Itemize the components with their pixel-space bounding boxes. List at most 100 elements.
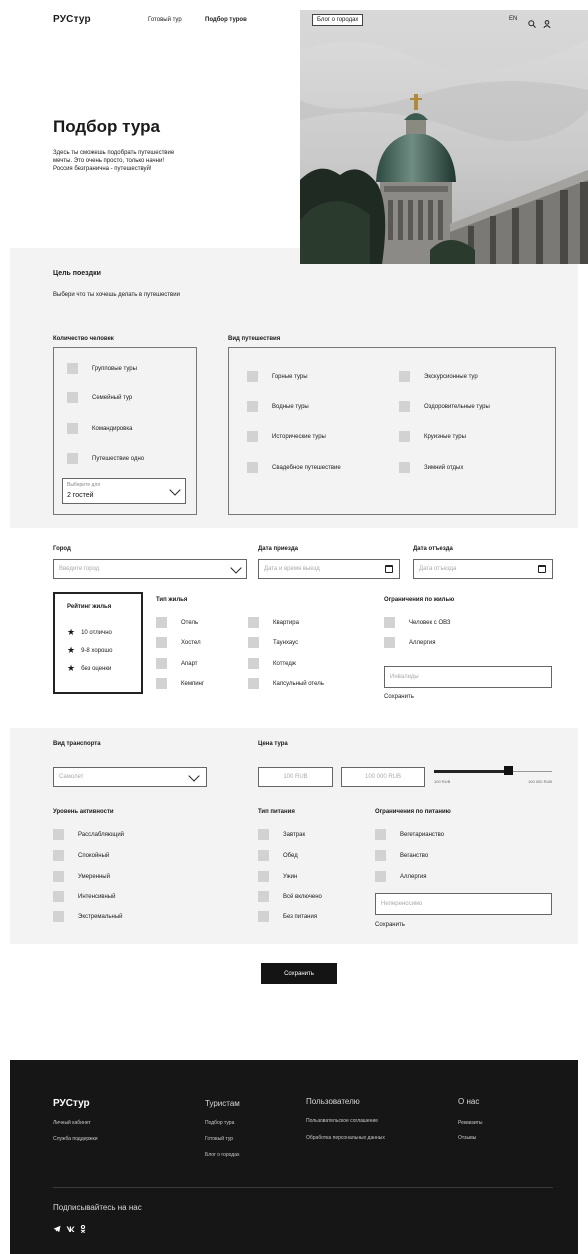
housing-option[interactable]: Кемпинг: [156, 678, 204, 689]
housing-option[interactable]: Квартира: [248, 617, 299, 628]
food-option[interactable]: Ужин: [258, 871, 297, 882]
travel-type-option[interactable]: Водные туры: [247, 401, 309, 412]
price-max-input[interactable]: 100 000 RUB: [341, 767, 425, 787]
housing-option[interactable]: Таунхаус: [248, 637, 298, 648]
checkbox[interactable]: [248, 637, 259, 648]
people-option[interactable]: Путешествие одно: [67, 453, 144, 464]
food-option[interactable]: Обед: [258, 850, 298, 861]
nav-ready-tour[interactable]: Готовый тур: [148, 17, 182, 23]
housing-option[interactable]: Капсульный отель: [248, 678, 324, 689]
price-slider-thumb[interactable]: [504, 766, 514, 775]
checkbox[interactable]: [247, 401, 258, 412]
footer-link[interactable]: Подбор тура: [205, 1120, 234, 1126]
ok-icon[interactable]: [80, 1220, 86, 1234]
checkbox[interactable]: [53, 891, 64, 902]
checkbox[interactable]: [399, 371, 410, 382]
food-option[interactable]: Всё включено: [258, 891, 322, 902]
rating-option[interactable]: ★ 10 отлично: [67, 628, 112, 637]
checkbox[interactable]: [67, 392, 78, 403]
travel-type-option[interactable]: Оздоровительные туры: [399, 401, 490, 412]
checkbox[interactable]: [53, 911, 64, 922]
city-select[interactable]: Введите город: [53, 559, 247, 579]
people-option[interactable]: Групповые туры: [67, 363, 137, 374]
checkbox[interactable]: [258, 871, 269, 882]
rating-option[interactable]: ★ 9-8 хорошо: [67, 646, 113, 655]
checkbox[interactable]: [53, 850, 64, 861]
food-option[interactable]: Без питания: [258, 911, 317, 922]
food-limit-option[interactable]: Веганство: [375, 850, 428, 861]
checkbox[interactable]: [399, 462, 410, 473]
activity-option[interactable]: Спокойный: [53, 850, 109, 861]
activity-option[interactable]: Умеренный: [53, 871, 110, 882]
checkbox[interactable]: [258, 891, 269, 902]
checkbox[interactable]: [258, 829, 269, 840]
user-icon[interactable]: [543, 15, 551, 29]
submit-button[interactable]: Сохранить: [261, 963, 337, 984]
checkbox[interactable]: [67, 363, 78, 374]
housing-option[interactable]: Апарт: [156, 658, 198, 669]
food-option[interactable]: Завтрак: [258, 829, 305, 840]
footer-link[interactable]: Реквизиты: [458, 1120, 483, 1126]
checkbox[interactable]: [248, 658, 259, 669]
housing-option[interactable]: Отель: [156, 617, 198, 628]
food-limit-option[interactable]: Вегетарианство: [375, 829, 444, 840]
travel-type-option[interactable]: Исторические туры: [247, 431, 326, 442]
food-limit-option[interactable]: Аллергия: [375, 871, 426, 882]
footer-account-link[interactable]: Личный кабинет: [53, 1120, 91, 1126]
checkbox[interactable]: [375, 850, 386, 861]
activity-option[interactable]: Расслабляющий: [53, 829, 124, 840]
header-logo[interactable]: РУСтур: [53, 14, 91, 25]
food-save-link[interactable]: Сохранить: [375, 922, 405, 928]
checkbox[interactable]: [247, 462, 258, 473]
footer-logo[interactable]: РУСтур: [53, 1098, 90, 1109]
activity-option[interactable]: Интенсивный: [53, 891, 115, 902]
checkbox[interactable]: [258, 911, 269, 922]
nav-tour-selection[interactable]: Подбор туров: [205, 17, 247, 23]
vk-icon[interactable]: [66, 1220, 75, 1232]
checkbox[interactable]: [156, 678, 167, 689]
checkbox[interactable]: [156, 617, 167, 628]
checkbox[interactable]: [247, 431, 258, 442]
price-min-input[interactable]: 100 RUB: [258, 767, 333, 787]
checkbox[interactable]: [384, 637, 395, 648]
travel-type-option[interactable]: Экскурсионные тур: [399, 371, 478, 382]
transport-select[interactable]: Самолет: [53, 767, 207, 787]
footer-link[interactable]: Отзывы: [458, 1135, 476, 1141]
checkbox[interactable]: [53, 829, 64, 840]
checkbox[interactable]: [156, 637, 167, 648]
checkbox[interactable]: [247, 371, 258, 382]
housing-limit-option[interactable]: Человек с ОВЗ: [384, 617, 451, 628]
travel-type-option[interactable]: Зимний отдых: [399, 462, 463, 473]
departure-date-input[interactable]: Дата отъезда: [413, 559, 553, 579]
people-option[interactable]: Командировка: [67, 423, 132, 434]
arrival-date-input[interactable]: Дата и время выезд: [258, 559, 400, 579]
people-option[interactable]: Семейный тур: [67, 392, 132, 403]
footer-link[interactable]: Готовый тур: [205, 1136, 233, 1142]
checkbox[interactable]: [67, 423, 78, 434]
checkbox[interactable]: [248, 617, 259, 628]
checkbox[interactable]: [399, 401, 410, 412]
checkbox[interactable]: [375, 871, 386, 882]
travel-type-option[interactable]: Свадебное путешествие: [247, 462, 341, 473]
housing-limits-input[interactable]: Инвалиды: [384, 666, 552, 688]
checkbox[interactable]: [67, 453, 78, 464]
food-limits-input[interactable]: Непереносимо: [375, 893, 552, 915]
footer-link[interactable]: Блог о городах: [205, 1152, 240, 1158]
checkbox[interactable]: [399, 431, 410, 442]
checkbox[interactable]: [53, 871, 64, 882]
housing-option[interactable]: Хостел: [156, 637, 201, 648]
footer-link[interactable]: Обработка персональных данных: [306, 1135, 385, 1141]
language-switch[interactable]: EN: [509, 16, 517, 22]
travel-type-option[interactable]: Круизные туры: [399, 431, 466, 442]
checkbox[interactable]: [384, 617, 395, 628]
housing-limit-option[interactable]: Аллергия: [384, 637, 435, 648]
search-icon[interactable]: [528, 15, 536, 28]
footer-support-link[interactable]: Служба поддержки: [53, 1136, 98, 1142]
checkbox[interactable]: [375, 829, 386, 840]
checkbox[interactable]: [156, 658, 167, 669]
travel-type-option[interactable]: Горные туры: [247, 371, 308, 382]
rating-option[interactable]: ★ без оценки: [67, 664, 111, 673]
activity-option[interactable]: Экстремальный: [53, 911, 123, 922]
housing-save-link[interactable]: Сохранить: [384, 694, 414, 700]
blog-button[interactable]: Блог о городах: [312, 14, 364, 26]
